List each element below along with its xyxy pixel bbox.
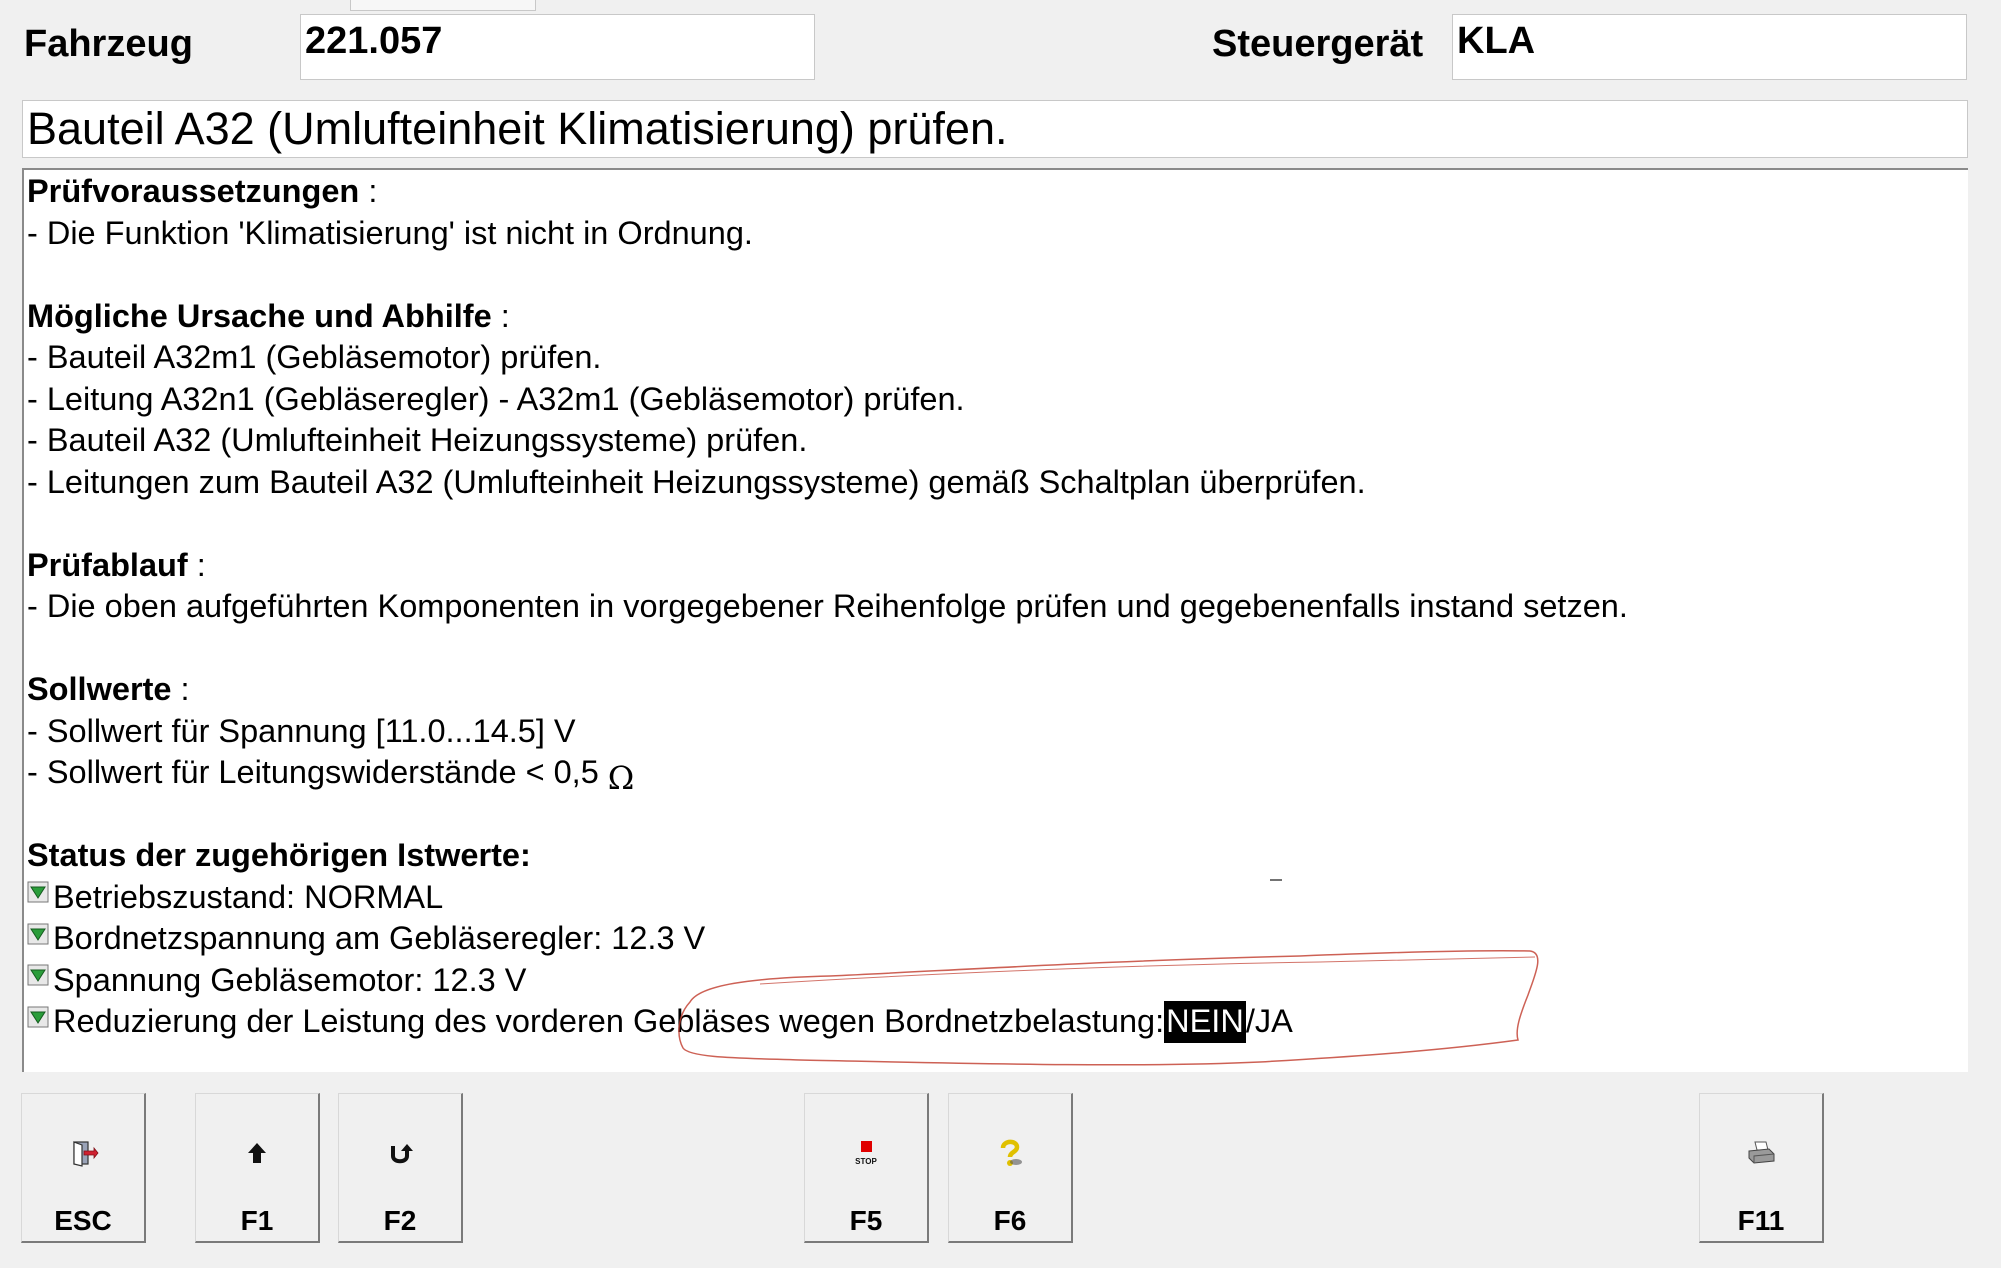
status-row: Spannung Gebläsemotor: 12.3 V (27, 960, 1968, 1002)
text-line: - Die oben aufgeführten Komponenten in v… (27, 588, 1628, 624)
status-row: Reduzierung der Leistung des vorderen Ge… (27, 1001, 1968, 1043)
help-question-icon (1000, 1139, 1022, 1166)
status-ok-icon (27, 1006, 49, 1028)
status-row: Bordnetzspannung am Gebläseregler: 12.3 … (27, 918, 1968, 960)
status-heading: Status der zugehörigen Istwerte: (27, 837, 531, 873)
vehicle-label: Fahrzeug (24, 23, 193, 65)
status-ok-icon (27, 923, 49, 945)
status-ok-icon (27, 881, 49, 903)
printer-icon (1748, 1141, 1775, 1164)
prerequisites-heading: Prüfvoraussetzungen : (27, 173, 378, 209)
text-line: - Bauteil A32 (Umlufteinheit Heizungssys… (27, 422, 808, 458)
procedure-heading: Prüfablauf : (27, 546, 206, 583)
arrow-up-icon (248, 1143, 266, 1163)
tab-stub (350, 0, 536, 11)
text-line: - Sollwert für Leitungswiderstände < 0,5… (27, 754, 635, 797)
f11-button[interactable]: F11 (1699, 1093, 1824, 1243)
page-title: Bauteil A32 (Umlufteinheit Klimatisierun… (22, 100, 1968, 158)
stop-icon: STOP (855, 1141, 877, 1166)
causes-heading: Mögliche Ursache und Abhilfe : (27, 297, 510, 334)
f6-button[interactable]: F6 (948, 1093, 1073, 1243)
selected-option-nein[interactable]: NEIN (1164, 1001, 1246, 1043)
nominal-heading: Sollwerte : (27, 671, 190, 707)
status-row: Betriebszustand: NORMAL (27, 877, 1968, 919)
text-line: - Leitung A32n1 (Gebläseregler) - A32m1 … (27, 380, 965, 417)
f5-button[interactable]: STOP F5 (804, 1093, 929, 1243)
status-ok-icon (27, 964, 49, 986)
exit-door-icon (73, 1141, 99, 1167)
vehicle-field[interactable]: 221.057 (300, 14, 815, 80)
text-line: - Die Funktion 'Klimatisierung' ist nich… (27, 214, 753, 251)
u-turn-icon (391, 1144, 413, 1164)
esc-button[interactable]: ESC (21, 1093, 146, 1243)
ecu-field[interactable]: KLA (1452, 14, 1967, 80)
ohm-symbol: Ω (607, 759, 635, 797)
text-line: - Leitungen zum Bauteil A32 (Umlufteinhe… (27, 463, 1366, 500)
svg-text:STOP: STOP (855, 1157, 877, 1166)
test-instructions-panel: Prüfvoraussetzungen : - Die Funktion 'Kl… (22, 168, 1968, 1072)
ecu-label: Steuergerät (1212, 23, 1424, 65)
f2-button[interactable]: F2 (338, 1093, 463, 1243)
text-line: - Sollwert für Spannung [11.0...14.5] V (27, 712, 576, 749)
f1-button[interactable]: F1 (195, 1093, 320, 1243)
text-line: - Bauteil A32m1 (Gebläsemotor) prüfen. (27, 339, 602, 375)
